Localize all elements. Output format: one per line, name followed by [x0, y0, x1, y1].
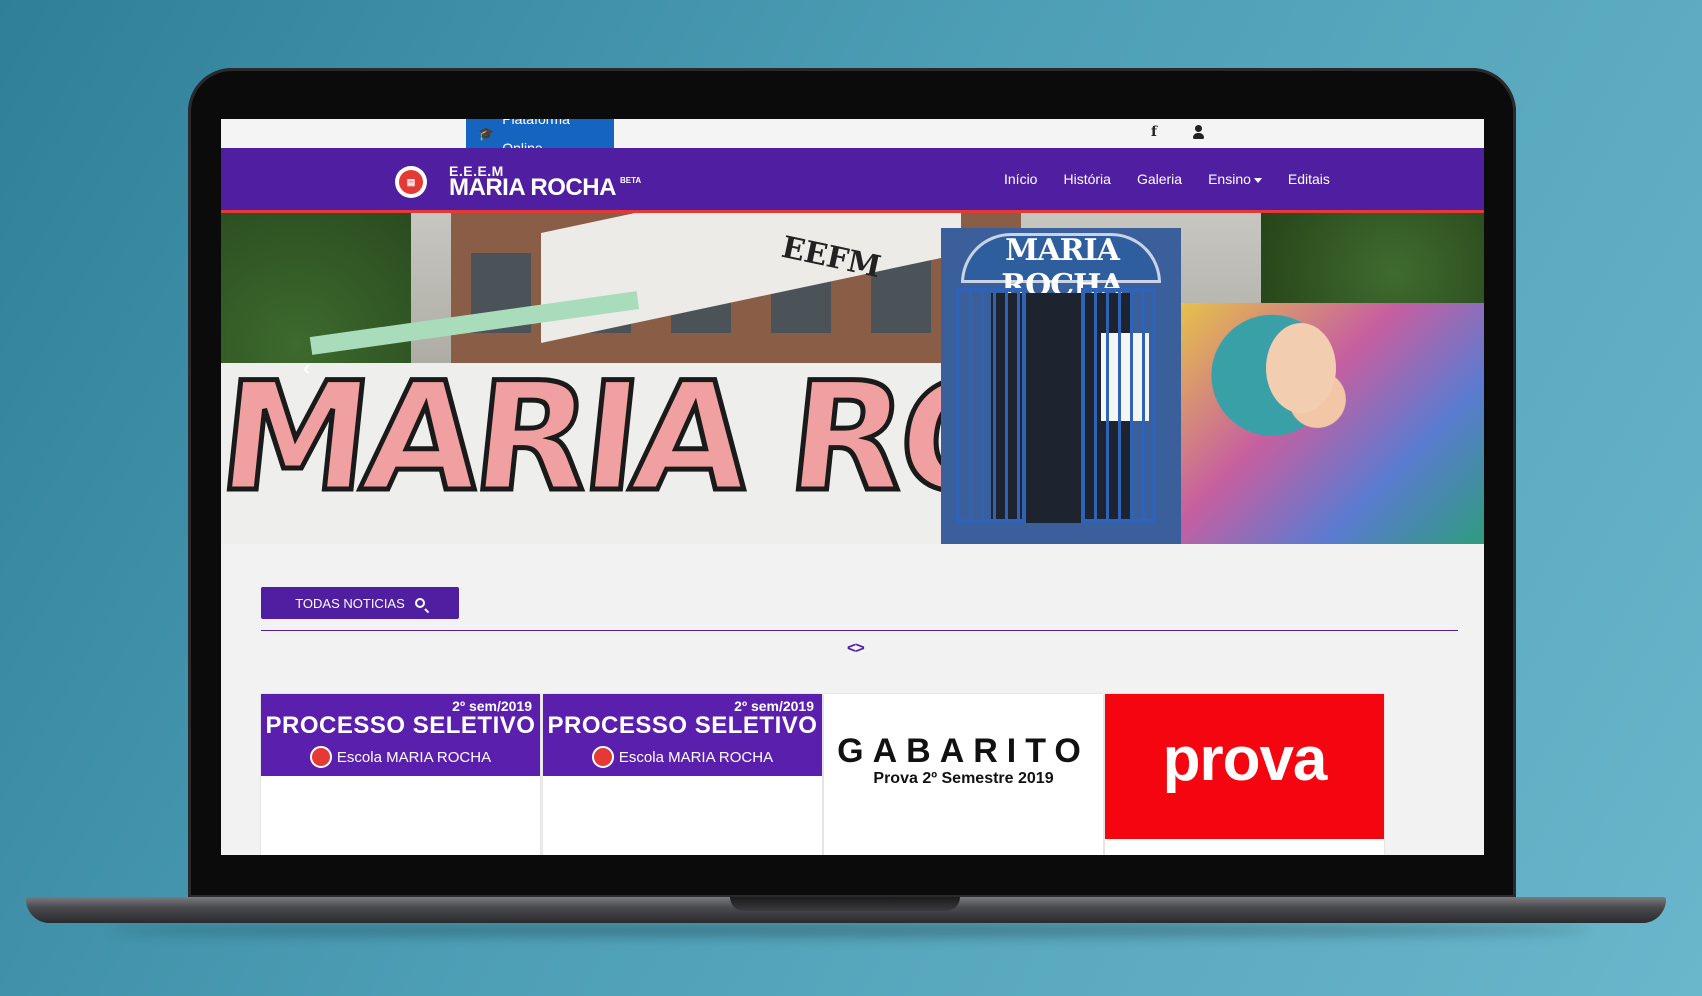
card-subtitle-row: Escola MARIA ROCHA	[261, 746, 540, 768]
brand-title[interactable]: MARIA ROCHA	[449, 174, 616, 202]
hero-mural-face	[1266, 323, 1336, 413]
search-icon	[414, 598, 425, 608]
hero-carousel[interactable]: EEFM MARIA ROCHA MARIA ROCHA ‹	[221, 213, 1484, 544]
nav-link-galeria[interactable]: Galeria	[1124, 171, 1195, 187]
platform-online-button[interactable]: 🎓 Plataforma Online	[466, 119, 614, 156]
nav-link-historia[interactable]: História	[1050, 171, 1123, 187]
laptop-shadow	[110, 923, 1590, 937]
nav-link-inicio[interactable]: Início	[991, 171, 1050, 187]
news-card[interactable]: 2º sem/2019 PROCESSO SELETIVO Escola MAR…	[261, 694, 540, 855]
user-icon[interactable]	[1191, 123, 1205, 141]
news-card[interactable]: GABARITO Prova 2º Semestre 2019	[824, 694, 1103, 855]
nav-link-editais[interactable]: Editais	[1275, 171, 1343, 187]
beta-badge: BETA	[620, 176, 642, 185]
graduation-cap-icon: 🎓	[478, 126, 495, 141]
laptop-notch	[730, 897, 960, 911]
caret-down-icon	[1253, 177, 1262, 183]
school-logo-icon	[309, 746, 332, 768]
card-title: PROCESSO SELETIVO	[265, 712, 536, 739]
main-navbar: ▤ E.E.E.M MARIA ROCHA BETA Início Histór…	[221, 148, 1484, 213]
book-icon: ▤	[399, 170, 423, 194]
news-slider-arrows[interactable]: <>	[847, 640, 865, 658]
nav-dropdown-ensino[interactable]: Ensino	[1195, 171, 1275, 187]
nav-links: Início História Galeria Ensino Editais	[991, 148, 1343, 210]
hero-gate-door-right	[1081, 288, 1156, 523]
card-title: GABARITO	[837, 732, 1090, 770]
school-logo[interactable]: ▤	[392, 160, 430, 200]
card-title: prova	[1162, 725, 1328, 794]
card-banner: 2º sem/2019 PROCESSO SELETIVO Escola MAR…	[543, 694, 822, 776]
card-banner: 2º sem/2019 PROCESSO SELETIVO Escola MAR…	[261, 694, 540, 776]
all-news-button[interactable]: TODAS NOTICIAS	[261, 587, 459, 619]
card-subtitle: Prova 2º Semestre 2019	[873, 770, 1054, 787]
card-subtitle: Escola MARIA ROCHA	[336, 748, 492, 766]
hero-gate-door-left	[956, 288, 1026, 523]
browser-viewport: 🎓 Plataforma Online f ▤ E.E.E.M MARIA RO…	[221, 119, 1484, 855]
all-news-label: TODAS NOTICIAS	[295, 595, 405, 611]
news-divider	[261, 630, 1458, 631]
news-card[interactable]: 2º sem/2019 PROCESSO SELETIVO Escola MAR…	[543, 694, 822, 855]
card-title: PROCESSO SELETIVO	[547, 712, 818, 739]
top-bar: 🎓 Plataforma Online f	[221, 119, 1484, 156]
card-subtitle-row: Escola MARIA ROCHA	[543, 746, 822, 768]
carousel-prev-icon[interactable]: ‹	[303, 355, 310, 381]
news-card[interactable]: prova	[1105, 694, 1384, 855]
card-subtitle: Escola MARIA ROCHA	[618, 748, 774, 766]
hero-mural	[1181, 303, 1484, 544]
facebook-icon[interactable]: f	[1151, 124, 1157, 140]
school-logo-icon	[591, 746, 614, 768]
card-banner: prova	[1105, 694, 1384, 839]
nav-link-ensino-label: Ensino	[1208, 171, 1251, 187]
